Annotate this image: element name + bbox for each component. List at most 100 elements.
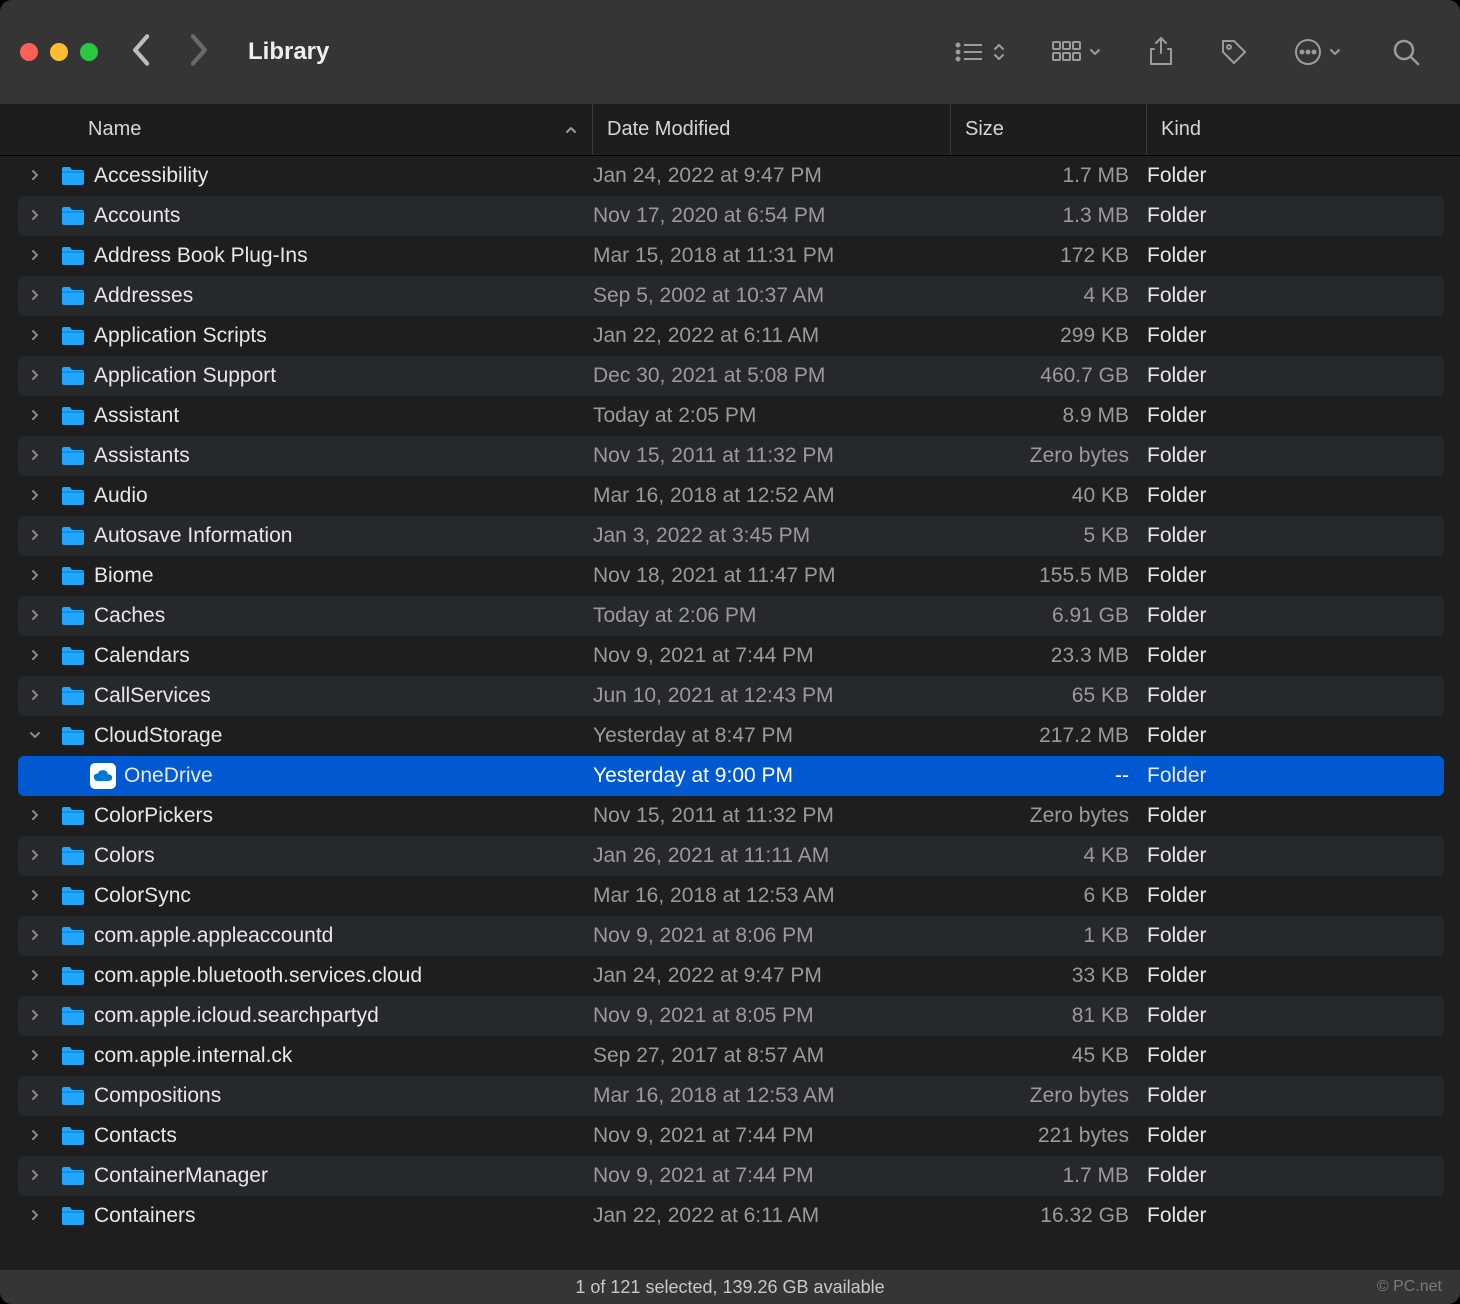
name-cell: Assistant (18, 404, 593, 428)
date-modified-cell: Nov 9, 2021 at 7:44 PM (593, 644, 951, 668)
disclosure-triangle[interactable] (24, 648, 46, 664)
name-cell: Autosave Information (18, 524, 593, 548)
table-row[interactable]: Accessibility Jan 24, 2022 at 9:47 PM 1.… (18, 156, 1444, 196)
search-button[interactable] (1392, 38, 1420, 66)
date-modified-cell: Sep 27, 2017 at 8:57 AM (593, 1044, 951, 1068)
file-list[interactable]: Accessibility Jan 24, 2022 at 9:47 PM 1.… (0, 156, 1460, 1270)
name-cell: ContainerManager (18, 1164, 593, 1188)
disclosure-triangle[interactable] (24, 1208, 46, 1224)
disclosure-triangle[interactable] (24, 608, 46, 624)
name-cell: Colors (18, 844, 593, 868)
disclosure-triangle[interactable] (24, 408, 46, 424)
group-button[interactable] (1052, 40, 1102, 64)
table-row[interactable]: Containers Jan 22, 2022 at 6:11 AM 16.32… (18, 1196, 1444, 1236)
folder-icon (60, 525, 86, 547)
table-row[interactable]: ContainerManager Nov 9, 2021 at 7:44 PM … (18, 1156, 1444, 1196)
table-row[interactable]: Caches Today at 2:06 PM 6.91 GB Folder (18, 596, 1444, 636)
table-row[interactable]: Colors Jan 26, 2021 at 11:11 AM 4 KB Fol… (18, 836, 1444, 876)
close-window-button[interactable] (20, 43, 38, 61)
disclosure-triangle[interactable] (24, 888, 46, 904)
table-row[interactable]: Compositions Mar 16, 2018 at 12:53 AM Ze… (18, 1076, 1444, 1116)
table-row[interactable]: Contacts Nov 9, 2021 at 7:44 PM 221 byte… (18, 1116, 1444, 1156)
table-row[interactable]: Assistants Nov 15, 2011 at 11:32 PM Zero… (18, 436, 1444, 476)
status-text: 1 of 121 selected, 139.26 GB available (575, 1277, 884, 1298)
disclosure-triangle[interactable] (24, 248, 46, 264)
folder-icon (60, 1085, 86, 1107)
table-row[interactable]: Address Book Plug-Ins Mar 15, 2018 at 11… (18, 236, 1444, 276)
tag-button[interactable] (1220, 38, 1248, 66)
date-modified-cell: Mar 15, 2018 at 11:31 PM (593, 244, 951, 268)
size-cell: 1.7 MB (951, 1164, 1147, 1188)
minimize-window-button[interactable] (50, 43, 68, 61)
size-cell: 81 KB (951, 1004, 1147, 1028)
table-row[interactable]: ColorPickers Nov 15, 2011 at 11:32 PM Ze… (18, 796, 1444, 836)
column-header-name[interactable]: Name (0, 104, 593, 155)
disclosure-triangle[interactable] (24, 1048, 46, 1064)
table-row[interactable]: Application Support Dec 30, 2021 at 5:08… (18, 356, 1444, 396)
table-row[interactable]: com.apple.internal.ck Sep 27, 2017 at 8:… (18, 1036, 1444, 1076)
disclosure-triangle[interactable] (24, 1008, 46, 1024)
table-row[interactable]: Assistant Today at 2:05 PM 8.9 MB Folder (18, 396, 1444, 436)
table-row[interactable]: Accounts Nov 17, 2020 at 6:54 PM 1.3 MB … (18, 196, 1444, 236)
folder-icon (60, 365, 86, 387)
kind-cell: Folder (1147, 564, 1444, 588)
date-modified-cell: Jun 10, 2021 at 12:43 PM (593, 684, 951, 708)
table-row[interactable]: CloudStorage Yesterday at 8:47 PM 217.2 … (18, 716, 1444, 756)
table-row[interactable]: Autosave Information Jan 3, 2022 at 3:45… (18, 516, 1444, 556)
disclosure-triangle[interactable] (24, 1088, 46, 1104)
view-options-button[interactable] (954, 40, 1006, 64)
table-row[interactable]: Application Scripts Jan 22, 2022 at 6:11… (18, 316, 1444, 356)
size-cell: 40 KB (951, 484, 1147, 508)
window-controls (20, 43, 98, 61)
disclosure-triangle[interactable] (24, 568, 46, 584)
share-button[interactable] (1148, 37, 1174, 67)
table-row[interactable]: Addresses Sep 5, 2002 at 10:37 AM 4 KB F… (18, 276, 1444, 316)
disclosure-triangle[interactable] (24, 328, 46, 344)
fullscreen-window-button[interactable] (80, 43, 98, 61)
disclosure-triangle[interactable] (24, 928, 46, 944)
size-cell: 5 KB (951, 524, 1147, 548)
column-header-date[interactable]: Date Modified (593, 104, 951, 155)
table-row[interactable]: com.apple.bluetooth.services.cloud Jan 2… (18, 956, 1444, 996)
disclosure-triangle[interactable] (24, 728, 46, 744)
file-name: ContainerManager (94, 1164, 268, 1188)
disclosure-triangle[interactable] (24, 688, 46, 704)
folder-icon (60, 565, 86, 587)
column-header-kind[interactable]: Kind (1147, 104, 1460, 155)
folder-icon (60, 325, 86, 347)
kind-cell: Folder (1147, 804, 1444, 828)
table-row[interactable]: ColorSync Mar 16, 2018 at 12:53 AM 6 KB … (18, 876, 1444, 916)
disclosure-triangle[interactable] (24, 168, 46, 184)
disclosure-triangle[interactable] (24, 1128, 46, 1144)
window-title: Library (248, 38, 329, 66)
more-actions-button[interactable] (1294, 38, 1342, 66)
folder-icon (60, 165, 86, 187)
column-header-size[interactable]: Size (951, 104, 1147, 155)
disclosure-triangle[interactable] (24, 448, 46, 464)
disclosure-triangle[interactable] (24, 488, 46, 504)
disclosure-triangle[interactable] (24, 808, 46, 824)
size-cell: 1 KB (951, 924, 1147, 948)
table-row[interactable]: Audio Mar 16, 2018 at 12:52 AM 40 KB Fol… (18, 476, 1444, 516)
disclosure-triangle[interactable] (24, 208, 46, 224)
forward-button[interactable] (186, 33, 210, 72)
disclosure-triangle[interactable] (24, 1168, 46, 1184)
table-row[interactable]: com.apple.icloud.searchpartyd Nov 9, 202… (18, 996, 1444, 1036)
disclosure-triangle[interactable] (24, 368, 46, 384)
table-row[interactable]: Calendars Nov 9, 2021 at 7:44 PM 23.3 MB… (18, 636, 1444, 676)
table-row[interactable]: com.apple.appleaccountd Nov 9, 2021 at 8… (18, 916, 1444, 956)
table-row[interactable]: CallServices Jun 10, 2021 at 12:43 PM 65… (18, 676, 1444, 716)
size-cell: Zero bytes (951, 444, 1147, 468)
size-cell: 1.3 MB (951, 204, 1147, 228)
date-modified-cell: Nov 18, 2021 at 11:47 PM (593, 564, 951, 588)
disclosure-triangle[interactable] (24, 528, 46, 544)
folder-icon (60, 1205, 86, 1227)
back-button[interactable] (130, 33, 154, 72)
disclosure-triangle[interactable] (24, 848, 46, 864)
column-header-name-label: Name (88, 118, 141, 141)
table-row[interactable]: OneDrive Yesterday at 9:00 PM -- Folder (18, 756, 1444, 796)
table-row[interactable]: Biome Nov 18, 2021 at 11:47 PM 155.5 MB … (18, 556, 1444, 596)
disclosure-triangle[interactable] (24, 288, 46, 304)
disclosure-triangle[interactable] (24, 968, 46, 984)
date-modified-cell: Sep 5, 2002 at 10:37 AM (593, 284, 951, 308)
